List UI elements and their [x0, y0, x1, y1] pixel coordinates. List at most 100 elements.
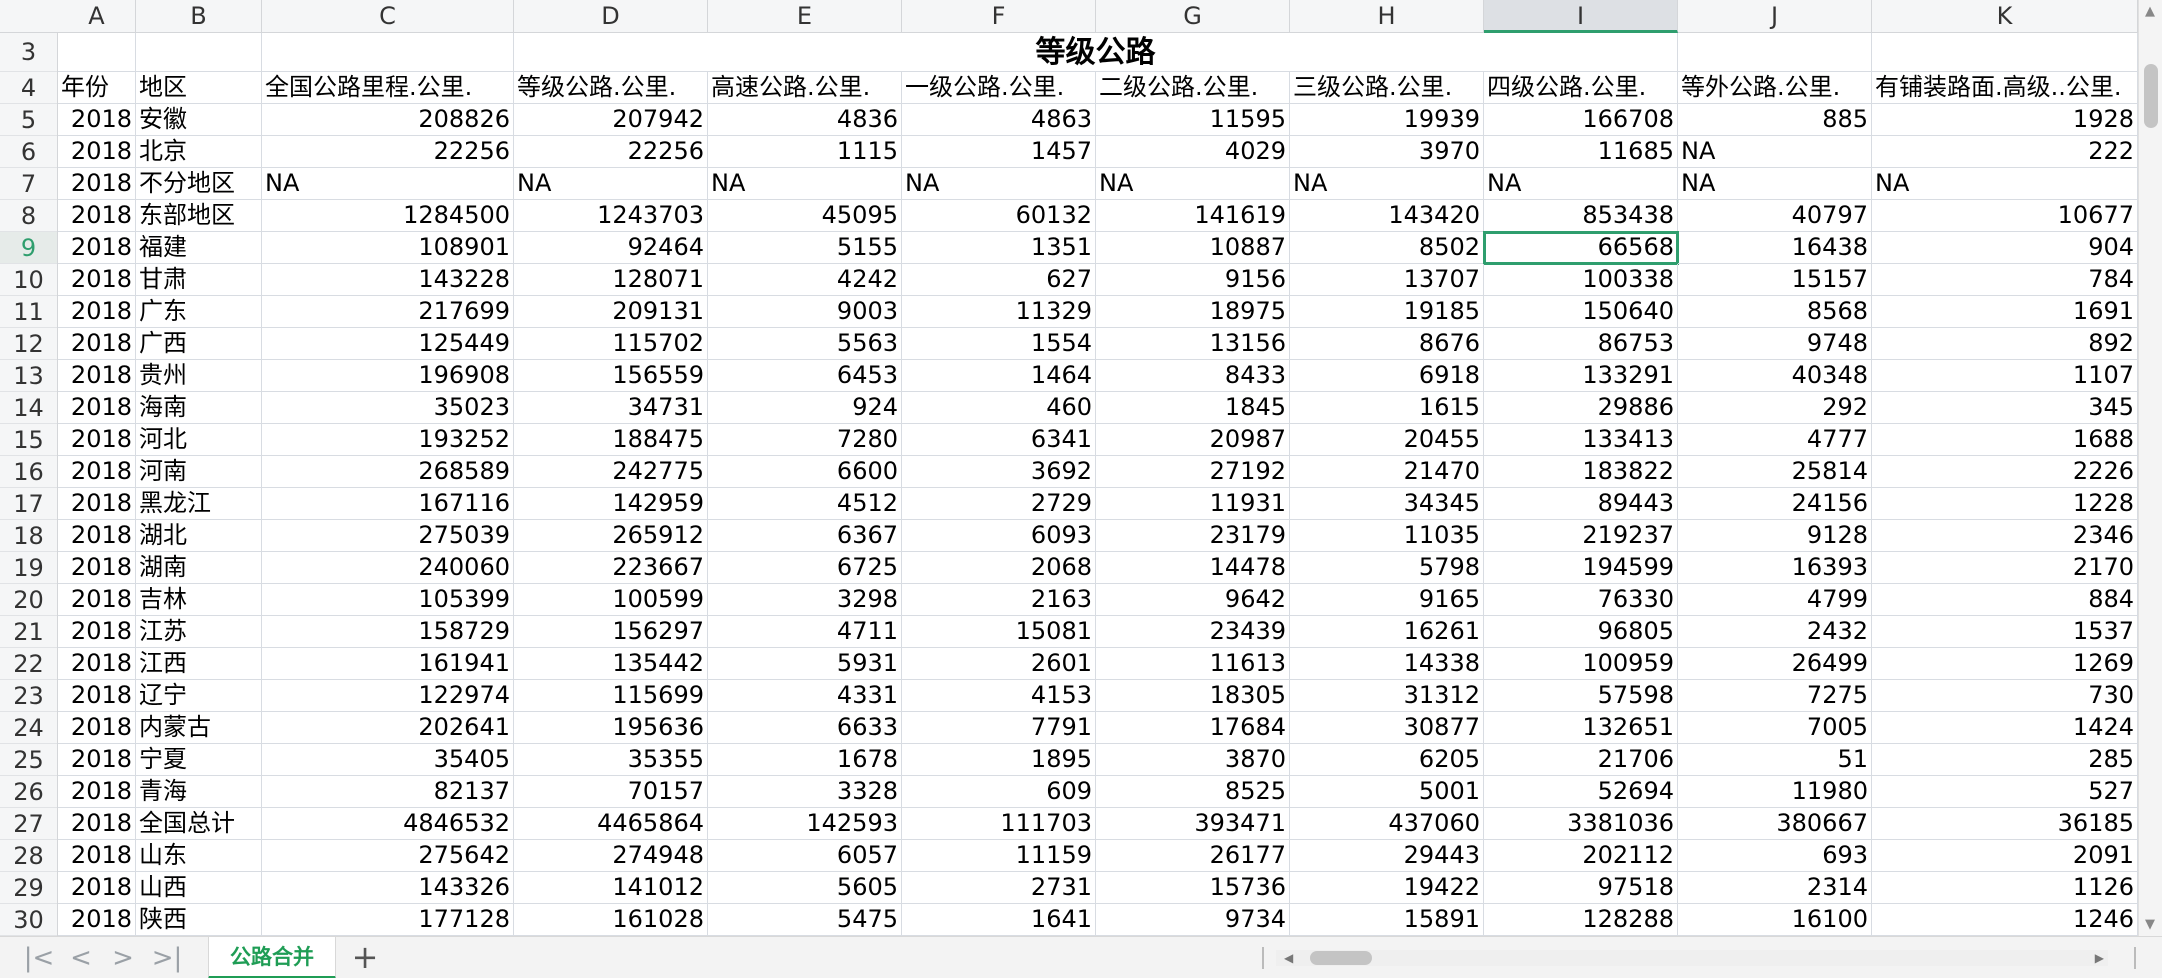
cell-h17[interactable]: 34345	[1290, 488, 1484, 520]
cell-g21[interactable]: 23439	[1096, 616, 1290, 648]
cell-e8[interactable]: 45095	[708, 200, 902, 232]
cell-e15[interactable]: 7280	[708, 424, 902, 456]
merged-title-cell[interactable]: 等级公路	[514, 33, 1678, 72]
cell-f9[interactable]: 1351	[902, 232, 1096, 264]
cell-a26[interactable]: 2018	[58, 776, 136, 808]
cell-c8[interactable]: 1284500	[262, 200, 514, 232]
cell-j22[interactable]: 26499	[1678, 648, 1872, 680]
cell-d22[interactable]: 135442	[514, 648, 708, 680]
column-header-g[interactable]: G	[1096, 0, 1290, 33]
cell-i8[interactable]: 853438	[1484, 200, 1678, 232]
cell-d13[interactable]: 156559	[514, 360, 708, 392]
scroll-right-icon[interactable]: ▶	[2095, 946, 2104, 970]
cell-f17[interactable]: 2729	[902, 488, 1096, 520]
column-header-c[interactable]: C	[262, 0, 514, 33]
header-cell[interactable]: 年份	[58, 72, 136, 104]
cell-g19[interactable]: 14478	[1096, 552, 1290, 584]
row-header-14[interactable]: 14	[0, 392, 57, 424]
cell-c17[interactable]: 167116	[262, 488, 514, 520]
cell-f21[interactable]: 15081	[902, 616, 1096, 648]
header-cell[interactable]: 二级公路.公里.	[1096, 72, 1290, 104]
cell-d10[interactable]: 128071	[514, 264, 708, 296]
cell-c11[interactable]: 217699	[262, 296, 514, 328]
cell-c20[interactable]: 105399	[262, 584, 514, 616]
column-header-a[interactable]: A	[58, 0, 136, 33]
horizontal-scrollbar[interactable]: ◀ ▶	[1262, 946, 2122, 970]
cell-a30[interactable]: 2018	[58, 904, 136, 936]
cell-j19[interactable]: 16393	[1678, 552, 1872, 584]
cell-g15[interactable]: 20987	[1096, 424, 1290, 456]
cell-e22[interactable]: 5931	[708, 648, 902, 680]
cell-b17[interactable]: 黑龙江	[136, 488, 262, 520]
cell-h24[interactable]: 30877	[1290, 712, 1484, 744]
cell-c6[interactable]: 22256	[262, 136, 514, 168]
cell-e29[interactable]: 5605	[708, 872, 902, 904]
row-header-17[interactable]: 17	[0, 488, 57, 520]
cell-e30[interactable]: 5475	[708, 904, 902, 936]
cell-b27[interactable]: 全国总计	[136, 808, 262, 840]
cell-a22[interactable]: 2018	[58, 648, 136, 680]
cell-f15[interactable]: 6341	[902, 424, 1096, 456]
cell-j11[interactable]: 8568	[1678, 296, 1872, 328]
cell-i12[interactable]: 86753	[1484, 328, 1678, 360]
cell-d29[interactable]: 141012	[514, 872, 708, 904]
cell-d23[interactable]: 115699	[514, 680, 708, 712]
cell-a12[interactable]: 2018	[58, 328, 136, 360]
cell-b13[interactable]: 贵州	[136, 360, 262, 392]
cell-g22[interactable]: 11613	[1096, 648, 1290, 680]
column-header-f[interactable]: F	[902, 0, 1096, 33]
cell-d6[interactable]: 22256	[514, 136, 708, 168]
cell-grid[interactable]: 等级公路 年份 地区 全国公路里程.公里. 等级公路.公里. 高速公路.公里. 一级公路.公…	[58, 33, 2138, 936]
cell-j29[interactable]: 2314	[1678, 872, 1872, 904]
cell-g6[interactable]: 4029	[1096, 136, 1290, 168]
cell-k28[interactable]: 2091	[1872, 840, 2138, 872]
cell-a6[interactable]: 2018	[58, 136, 136, 168]
row-header-27[interactable]: 27	[0, 808, 57, 840]
cell-h14[interactable]: 1615	[1290, 392, 1484, 424]
cell-f5[interactable]: 4863	[902, 104, 1096, 136]
header-cell[interactable]: 地区	[136, 72, 262, 104]
cell[interactable]	[136, 33, 262, 72]
split-handle-right[interactable]	[2134, 947, 2136, 969]
cell-g11[interactable]: 18975	[1096, 296, 1290, 328]
row-header-21[interactable]: 21	[0, 616, 57, 648]
cell-h10[interactable]: 13707	[1290, 264, 1484, 296]
cell-k15[interactable]: 1688	[1872, 424, 2138, 456]
cell-b18[interactable]: 湖北	[136, 520, 262, 552]
row-header-10[interactable]: 10	[0, 264, 57, 296]
cell-f26[interactable]: 609	[902, 776, 1096, 808]
row-header-6[interactable]: 6	[0, 136, 57, 168]
cell-h8[interactable]: 143420	[1290, 200, 1484, 232]
cell-c22[interactable]: 161941	[262, 648, 514, 680]
row-header-28[interactable]: 28	[0, 840, 57, 872]
cell-f27[interactable]: 111703	[902, 808, 1096, 840]
row-header-19[interactable]: 19	[0, 552, 57, 584]
cell-e18[interactable]: 6367	[708, 520, 902, 552]
row-header-16[interactable]: 16	[0, 456, 57, 488]
cell-b24[interactable]: 内蒙古	[136, 712, 262, 744]
cell-j24[interactable]: 7005	[1678, 712, 1872, 744]
cell-j13[interactable]: 40348	[1678, 360, 1872, 392]
cell-e12[interactable]: 5563	[708, 328, 902, 360]
cell-i5[interactable]: 166708	[1484, 104, 1678, 136]
cell-j26[interactable]: 11980	[1678, 776, 1872, 808]
cell-j10[interactable]: 15157	[1678, 264, 1872, 296]
cell-i26[interactable]: 52694	[1484, 776, 1678, 808]
first-sheet-icon[interactable]: |<	[22, 941, 56, 975]
cell-g17[interactable]: 11931	[1096, 488, 1290, 520]
cell-k20[interactable]: 884	[1872, 584, 2138, 616]
cell-d14[interactable]: 34731	[514, 392, 708, 424]
cell-e6[interactable]: 1115	[708, 136, 902, 168]
column-header-i[interactable]: I	[1484, 0, 1678, 33]
cell-h27[interactable]: 437060	[1290, 808, 1484, 840]
cell-f24[interactable]: 7791	[902, 712, 1096, 744]
cell-d30[interactable]: 161028	[514, 904, 708, 936]
cell-g24[interactable]: 17684	[1096, 712, 1290, 744]
cell-b7[interactable]: 不分地区	[136, 168, 262, 200]
cell-i18[interactable]: 219237	[1484, 520, 1678, 552]
cell-k21[interactable]: 1537	[1872, 616, 2138, 648]
cell-e23[interactable]: 4331	[708, 680, 902, 712]
cell-b23[interactable]: 辽宁	[136, 680, 262, 712]
column-header-j[interactable]: J	[1678, 0, 1872, 33]
cell-f8[interactable]: 60132	[902, 200, 1096, 232]
